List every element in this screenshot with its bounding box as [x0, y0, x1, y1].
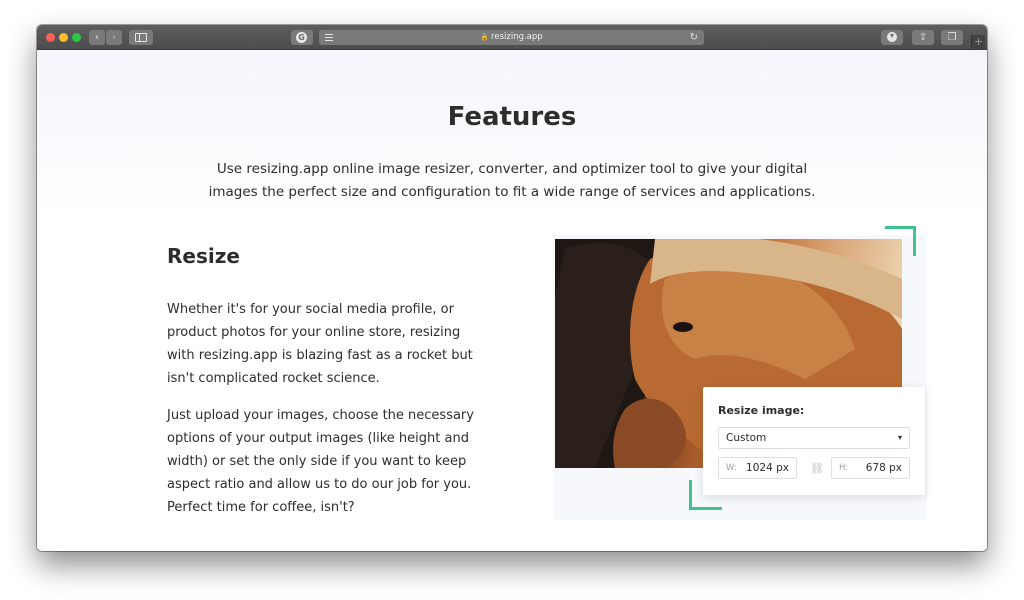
url-display: 🔒 resizing.app: [319, 30, 704, 45]
plus-icon: +: [973, 35, 984, 48]
corner-accent-top-right: [885, 226, 916, 256]
height-input[interactable]: H: 678 px: [831, 457, 910, 479]
url-text: resizing.app: [491, 32, 543, 42]
new-tab-button[interactable]: +: [971, 35, 985, 49]
resize-image-card: Resize image: Custom ▾ W: 1024 px ⛓ H: 6…: [703, 387, 925, 495]
resize-heading: Resize: [167, 244, 240, 268]
width-input[interactable]: W: 1024 px: [718, 457, 797, 479]
reload-icon[interactable]: ↻: [690, 30, 698, 45]
resize-paragraph-2: Just upload your images, choose the nece…: [167, 408, 474, 515]
chevron-left-icon: ‹: [95, 32, 99, 43]
resize-mode-select[interactable]: Custom ▾: [718, 427, 910, 449]
tabs-icon: ❐: [947, 32, 957, 43]
chevron-right-icon: ›: [112, 32, 116, 43]
close-window-button[interactable]: [46, 33, 55, 42]
forward-button[interactable]: ›: [106, 30, 122, 45]
lock-icon: 🔒: [480, 33, 490, 41]
resize-image-title: Resize image:: [718, 404, 805, 417]
link-aspect-icon[interactable]: ⛓: [810, 462, 824, 475]
height-value: 678 px: [865, 462, 902, 474]
features-description: Use resizing.app online image resizer, c…: [208, 161, 816, 200]
height-label: H:: [839, 463, 849, 473]
sidebar-icon: [135, 33, 147, 42]
chevron-down-icon: ▾: [897, 433, 902, 442]
show-tabs-button[interactable]: ❐: [941, 30, 963, 45]
download-button[interactable]: [881, 30, 903, 45]
resize-paragraph-1: Whether it's for your social media profi…: [167, 302, 473, 386]
features-heading: Features: [447, 102, 577, 132]
share-button[interactable]: ⇪: [912, 30, 934, 45]
zoom-window-button[interactable]: [72, 33, 81, 42]
minimize-window-button[interactable]: [59, 33, 68, 42]
sidebar-toggle-button[interactable]: [129, 30, 153, 45]
share-icon: ⇪: [918, 32, 928, 43]
width-value: 1024 px: [746, 462, 789, 474]
browser-toolbar: ‹ › G 🔒 resizing.app ↻ ⇪ ❐ +: [37, 25, 987, 50]
download-icon: [887, 32, 897, 42]
resize-mode-value: Custom: [726, 432, 767, 444]
address-bar[interactable]: 🔒 resizing.app ↻: [319, 30, 704, 45]
grammarly-icon: G: [296, 32, 307, 43]
browser-window: ‹ › G 🔒 resizing.app ↻ ⇪ ❐ + Features Us…: [37, 25, 987, 551]
width-label: W:: [726, 463, 737, 473]
back-button[interactable]: ‹: [89, 30, 105, 45]
extension-button[interactable]: G: [291, 30, 313, 45]
